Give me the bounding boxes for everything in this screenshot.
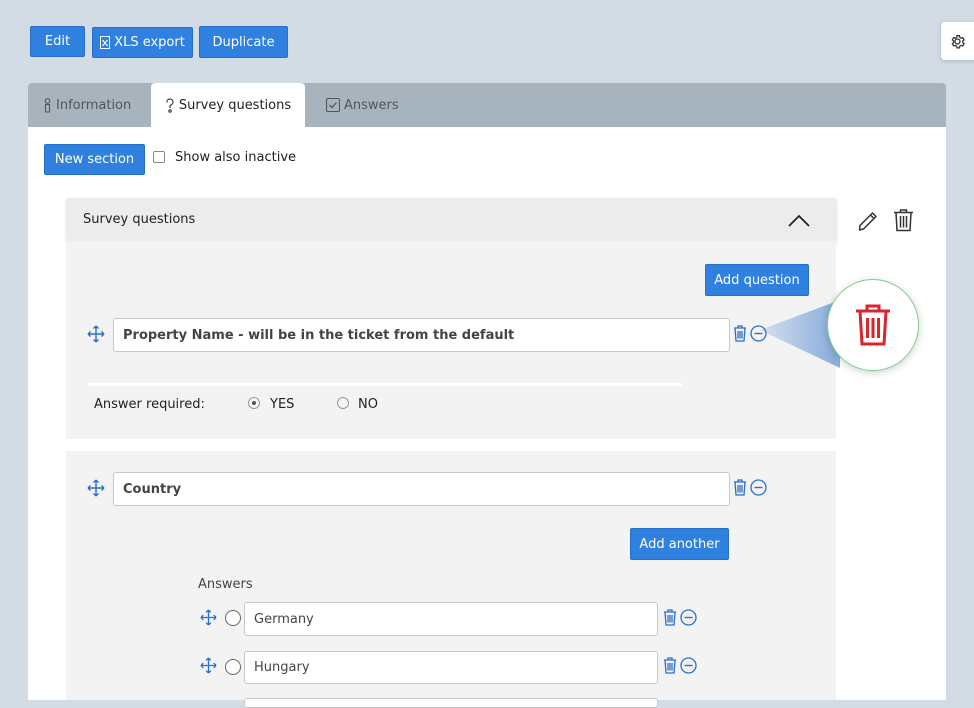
tab-bar: Information Survey questions Answers: [28, 83, 946, 127]
duplicate-button[interactable]: Duplicate: [199, 26, 288, 58]
move-icon[interactable]: [200, 609, 217, 626]
new-section-button[interactable]: New section: [44, 144, 145, 175]
move-icon[interactable]: [87, 325, 105, 343]
answer-radio[interactable]: [225, 610, 241, 626]
add-another-button[interactable]: Add another: [630, 528, 729, 560]
move-icon[interactable]: [87, 479, 105, 497]
add-question-button[interactable]: Add question: [705, 264, 809, 296]
question-icon: [166, 97, 174, 113]
section-title: Survey questions: [83, 212, 196, 227]
trash-icon[interactable]: [663, 609, 677, 626]
xls-export-button[interactable]: XLS export: [92, 27, 193, 58]
question-text-input[interactable]: Property Name - will be in the ticket fr…: [113, 318, 730, 352]
excel-file-icon: [100, 36, 111, 49]
trash-icon[interactable]: [733, 479, 747, 496]
minus-circle-icon[interactable]: [680, 609, 697, 626]
answer-required-label: Answer required:: [94, 397, 205, 412]
radio-no-label: NO: [358, 397, 378, 412]
person-icon: [44, 97, 51, 113]
trash-icon: [856, 304, 890, 346]
answer-radio[interactable]: [225, 659, 241, 675]
show-inactive-label: Show also inactive: [175, 150, 297, 165]
divider: [88, 383, 682, 386]
gear-icon: [951, 34, 965, 49]
question-text-input[interactable]: Country: [113, 472, 730, 506]
answers-label: Answers: [198, 577, 253, 592]
tab-information[interactable]: Information: [43, 83, 131, 127]
checkbox-icon: [326, 98, 340, 112]
minus-circle-icon[interactable]: [750, 479, 767, 496]
tab-survey-questions[interactable]: Survey questions: [151, 83, 305, 127]
show-inactive-checkbox[interactable]: [153, 151, 165, 163]
radio-yes[interactable]: [248, 397, 260, 409]
tab-answers[interactable]: Answers: [326, 83, 399, 127]
trash-icon[interactable]: [733, 325, 747, 342]
settings-button[interactable]: [941, 22, 974, 60]
move-icon[interactable]: [200, 657, 217, 674]
edit-button[interactable]: Edit: [30, 26, 85, 57]
delete-highlight: [827, 279, 919, 371]
section-header[interactable]: Survey questions: [67, 198, 836, 241]
answer-input[interactable]: Germany: [244, 602, 658, 636]
pencil-icon[interactable]: [857, 209, 880, 232]
radio-yes-label: YES: [270, 397, 295, 412]
minus-circle-icon[interactable]: [680, 657, 697, 674]
radio-no[interactable]: [337, 397, 349, 409]
answer-input[interactable]: Hungary: [244, 651, 658, 684]
chevron-up-icon[interactable]: [788, 214, 810, 227]
trash-icon[interactable]: [893, 208, 914, 232]
trash-icon[interactable]: [663, 657, 677, 674]
